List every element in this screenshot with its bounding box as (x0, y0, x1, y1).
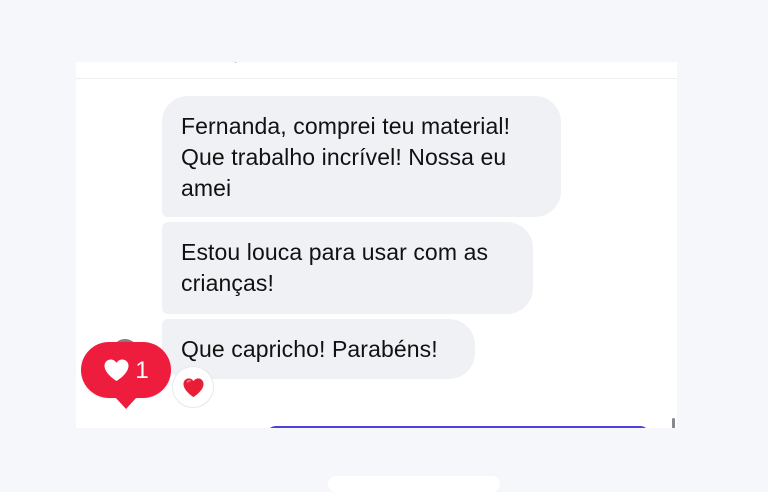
message-bubble[interactable]: Que capricho! Parabéns! (162, 319, 475, 379)
message-text: Fernanda, comprei teu material! Que trab… (181, 113, 511, 201)
like-notification-badge[interactable]: 1 (81, 342, 171, 409)
top-indicator (234, 62, 237, 63)
heart-icon (104, 359, 129, 381)
message-bubble[interactable]: Estou louca para usar com as crianças! (162, 222, 533, 314)
message-bubble[interactable]: Fernanda, comprei teu material! Que trab… (162, 96, 561, 217)
message-composer[interactable] (266, 426, 650, 428)
scrollbar-thumb[interactable] (672, 418, 675, 428)
message-text: Que capricho! Parabéns! (181, 336, 438, 362)
message-reaction[interactable] (172, 366, 214, 408)
like-count: 1 (135, 356, 149, 384)
heart-icon (182, 377, 204, 397)
message-text: Estou louca para usar com as crianças! (181, 239, 489, 296)
bottom-pill (328, 476, 500, 492)
top-divider (76, 78, 677, 79)
